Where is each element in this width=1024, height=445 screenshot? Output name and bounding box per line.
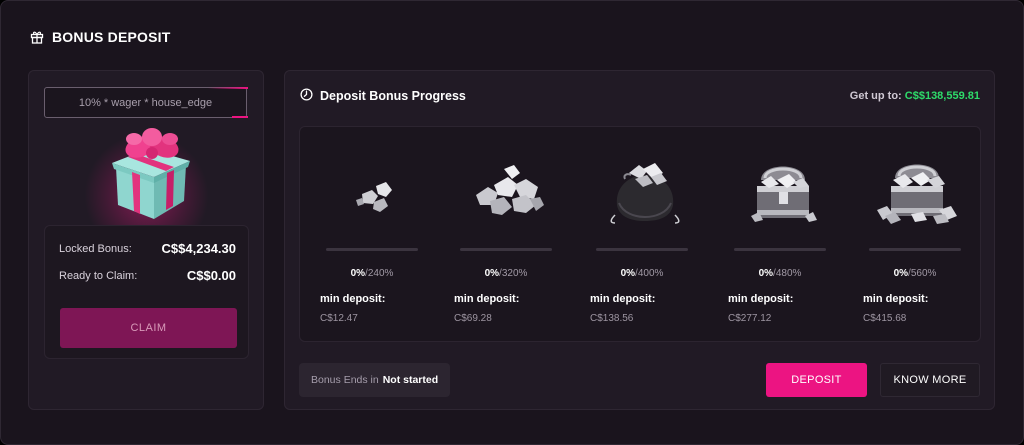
tier-card: 0%/320% min deposit: C$69.28 (454, 127, 564, 343)
tier-card: 0%/240% min deposit: C$12.47 (320, 127, 430, 343)
tier-min-deposit-value: C$138.56 (590, 313, 634, 324)
tier-target-value: /320% (499, 268, 528, 279)
bonus-ends-value: Not started (382, 374, 439, 386)
tier-progress-bar (596, 248, 688, 251)
timer-icon (300, 88, 313, 104)
tier-progress-bar (734, 248, 826, 251)
silver-nuggets-pile-illustration (454, 145, 564, 235)
tier-progress-value: 0% (350, 268, 366, 279)
deposit-button[interactable]: DEPOSIT (766, 363, 867, 397)
tier-min-deposit-label: min deposit: (320, 293, 386, 305)
section-header: BONUS DEPOSIT (30, 29, 171, 45)
bonus-formula-box: 10% * wager * house_edge (44, 87, 248, 118)
tier-min-deposit-value: C$69.28 (454, 313, 492, 324)
tier-card: 0%/400% min deposit: C$138.56 (590, 127, 700, 343)
page-title: BONUS DEPOSIT (52, 29, 171, 45)
tier-progress-text: 0%/560% (863, 268, 967, 279)
tier-target-value: /480% (773, 268, 802, 279)
progress-title: Deposit Bonus Progress (300, 88, 466, 104)
gift-box-illustration (104, 127, 196, 232)
tier-target-value: /240% (365, 268, 394, 279)
gift-icon (30, 30, 44, 44)
tier-progress-bar (869, 248, 961, 251)
bonus-claim-card: 10% * wager * house_edge Locked Bonus: C… (28, 70, 264, 410)
silver-sack-illustration (590, 145, 700, 235)
tier-card: 0%/480% min deposit: C$277.12 (728, 127, 838, 343)
get-up-to-value: C$$138,559.81 (904, 90, 980, 102)
locked-bonus-label: Locked Bonus: (59, 242, 132, 255)
bonus-ends-badge: Bonus Ends in Not started (299, 363, 451, 397)
tier-progress-bar (326, 248, 418, 251)
tiers-panel: 0%/240% min deposit: C$12.47 0%/320% min… (299, 126, 981, 342)
tier-progress-text: 0%/320% (454, 268, 558, 279)
locked-bonus-value: C$$4,234.30 (161, 241, 236, 256)
bonus-ends-label: Bonus Ends in (311, 374, 379, 386)
tier-progress-text: 0%/240% (320, 268, 424, 279)
deposit-progress-card: Deposit Bonus Progress Get up to: C$$138… (284, 70, 995, 410)
claim-button[interactable]: CLAIM (60, 308, 237, 348)
bonus-formula-text: 10% * wager * house_edge (78, 96, 213, 109)
tier-progress-value: 0% (893, 268, 909, 279)
tier-target-value: /560% (908, 268, 937, 279)
tier-progress-text: 0%/400% (590, 268, 694, 279)
get-up-to: Get up to: C$$138,559.81 (850, 90, 980, 102)
tier-progress-value: 0% (620, 268, 636, 279)
get-up-to-label: Get up to: (849, 90, 902, 102)
tier-progress-value: 0% (758, 268, 774, 279)
tier-min-deposit-value: C$12.47 (320, 313, 358, 324)
tier-target-value: /400% (635, 268, 664, 279)
know-more-button[interactable]: KNOW MORE (880, 363, 980, 397)
tier-min-deposit-value: C$277.12 (728, 313, 772, 324)
bonus-deposit-frame: BONUS DEPOSIT 10% * wager * house_edge L… (0, 0, 1024, 445)
tier-min-deposit-label: min deposit: (863, 293, 929, 305)
ready-to-claim-row: Ready to Claim: C$$0.00 (59, 268, 236, 283)
formula-accent-line (208, 87, 248, 89)
tier-min-deposit-value: C$415.68 (863, 313, 907, 324)
formula-accent-line-bottom (232, 116, 248, 118)
silver-nuggets-small-illustration (320, 145, 430, 235)
tier-progress-text: 0%/480% (728, 268, 832, 279)
ready-to-claim-label: Ready to Claim: (59, 269, 138, 282)
silver-treasure-chest-illustration (863, 145, 973, 235)
progress-title-text: Deposit Bonus Progress (320, 89, 466, 103)
silver-chest-illustration (728, 145, 838, 235)
tier-min-deposit-label: min deposit: (590, 293, 656, 305)
bonus-stats-panel: Locked Bonus: C$$4,234.30 Ready to Claim… (44, 225, 249, 359)
locked-bonus-row: Locked Bonus: C$$4,234.30 (59, 241, 236, 256)
tier-progress-value: 0% (484, 268, 500, 279)
tier-min-deposit-label: min deposit: (728, 293, 794, 305)
ready-to-claim-value: C$$0.00 (186, 268, 236, 283)
tier-card: 0%/560% min deposit: C$415.68 (863, 127, 973, 343)
tier-min-deposit-label: min deposit: (454, 293, 520, 305)
tier-progress-bar (460, 248, 552, 251)
